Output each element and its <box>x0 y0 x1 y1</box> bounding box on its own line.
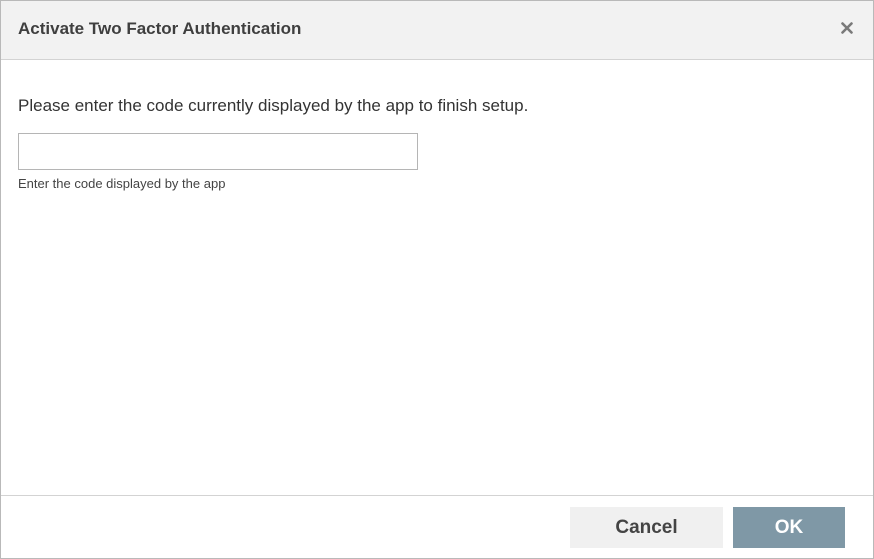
code-input-hint: Enter the code displayed by the app <box>18 176 226 191</box>
dialog-body: Please enter the code currently displaye… <box>1 61 873 495</box>
instruction-text: Please enter the code currently displaye… <box>18 96 529 115</box>
close-button[interactable] <box>837 20 857 40</box>
dialog-header: Activate Two Factor Authentication <box>1 1 873 60</box>
code-input[interactable] <box>18 133 418 170</box>
close-icon <box>841 21 853 39</box>
dialog-title: Activate Two Factor Authentication <box>18 19 302 38</box>
activate-2fa-dialog: Activate Two Factor Authentication Pleas… <box>0 0 874 559</box>
dialog-footer: Cancel OK <box>1 495 873 558</box>
cancel-button[interactable]: Cancel <box>570 507 723 548</box>
ok-button[interactable]: OK <box>733 507 845 548</box>
